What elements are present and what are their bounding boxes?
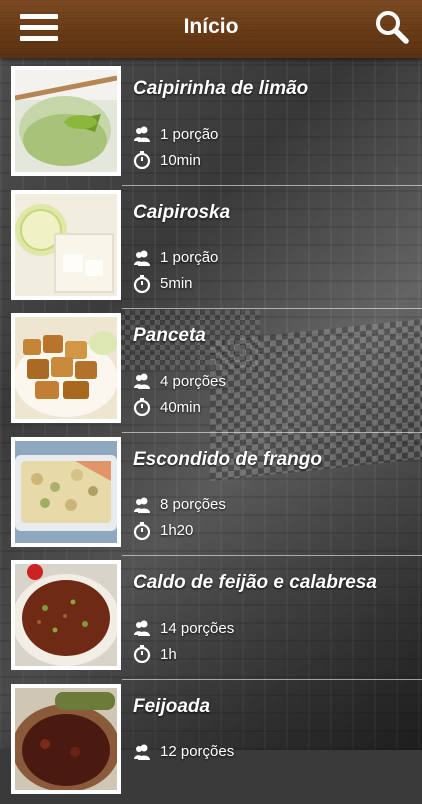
recipe-name: Feijoada: [133, 695, 211, 717]
recipe-time: 1h20: [133, 521, 193, 541]
recipe-name: Caipirinha de limão: [133, 78, 309, 99]
recipe-time: 10min: [133, 150, 201, 170]
recipe-thumbnail: [11, 560, 121, 671]
people-icon: [134, 250, 150, 266]
recipe-time: 40min: [133, 397, 201, 417]
recipe-time: 1h: [133, 644, 177, 664]
recipe-portions: 8 porções: [133, 495, 226, 515]
recipe-thumbnail: [11, 683, 121, 794]
recipe-portions: 12 porções: [133, 742, 234, 762]
recipe-thumbnail: [11, 313, 121, 424]
recipe-name: Caipiroska: [133, 201, 231, 223]
bean-soup-photo: [15, 564, 117, 667]
people-icon: [134, 744, 150, 760]
people-icon: [134, 620, 150, 637]
stopwatch-icon: [133, 645, 151, 664]
recipe-name: Caldo de feijão e calabresa: [133, 572, 377, 594]
people-icon: [134, 373, 150, 390]
recipe-list-item[interactable]: Caipirinha de limão 1 porção 10min: [0, 62, 422, 186]
feijoada-photo: [15, 687, 117, 790]
recipe-list-item[interactable]: Panceta 4 porções 40min: [0, 309, 422, 433]
recipe-thumbnail: [11, 436, 121, 547]
search-icon[interactable]: [374, 9, 410, 45]
recipe-portions: 1 porção: [133, 124, 218, 144]
lime-drink-photo: [15, 70, 117, 172]
recipe-thumbnail: [11, 66, 121, 176]
top-bar: Início: [0, 0, 422, 58]
people-icon: [134, 497, 150, 513]
recipe-time: 5min: [133, 274, 193, 294]
fried-pork-photo: [15, 317, 117, 420]
stopwatch-icon: [133, 521, 151, 540]
recipe-list-item[interactable]: Caldo de feijão e calabresa 14 porções 1…: [0, 556, 422, 680]
chicken-casserole-photo: [15, 440, 117, 543]
people-icon: [134, 126, 150, 142]
lemon-drink-photo: [15, 193, 117, 296]
recipe-thumbnail: [11, 189, 121, 300]
recipe-list-item[interactable]: Escondido de frango 8 porções 1h20: [0, 433, 422, 557]
stopwatch-icon: [133, 151, 151, 169]
recipe-portions: 1 porção: [133, 248, 218, 268]
recipe-portions: 14 porções: [133, 618, 234, 638]
recipe-list-item[interactable]: Caipiroska 1 porção 5min: [0, 186, 422, 310]
stopwatch-icon: [133, 398, 151, 417]
recipe-name: Escondido de frango: [133, 448, 322, 470]
recipe-list: Caipirinha de limão 1 porção 10min Caipi…: [0, 62, 422, 804]
page-title: Início: [183, 15, 239, 38]
recipe-name: Panceta: [133, 325, 206, 347]
recipe-list-item[interactable]: Feijoada 12 porções: [0, 680, 422, 804]
stopwatch-icon: [133, 274, 151, 293]
recipe-portions: 4 porções: [133, 371, 226, 391]
